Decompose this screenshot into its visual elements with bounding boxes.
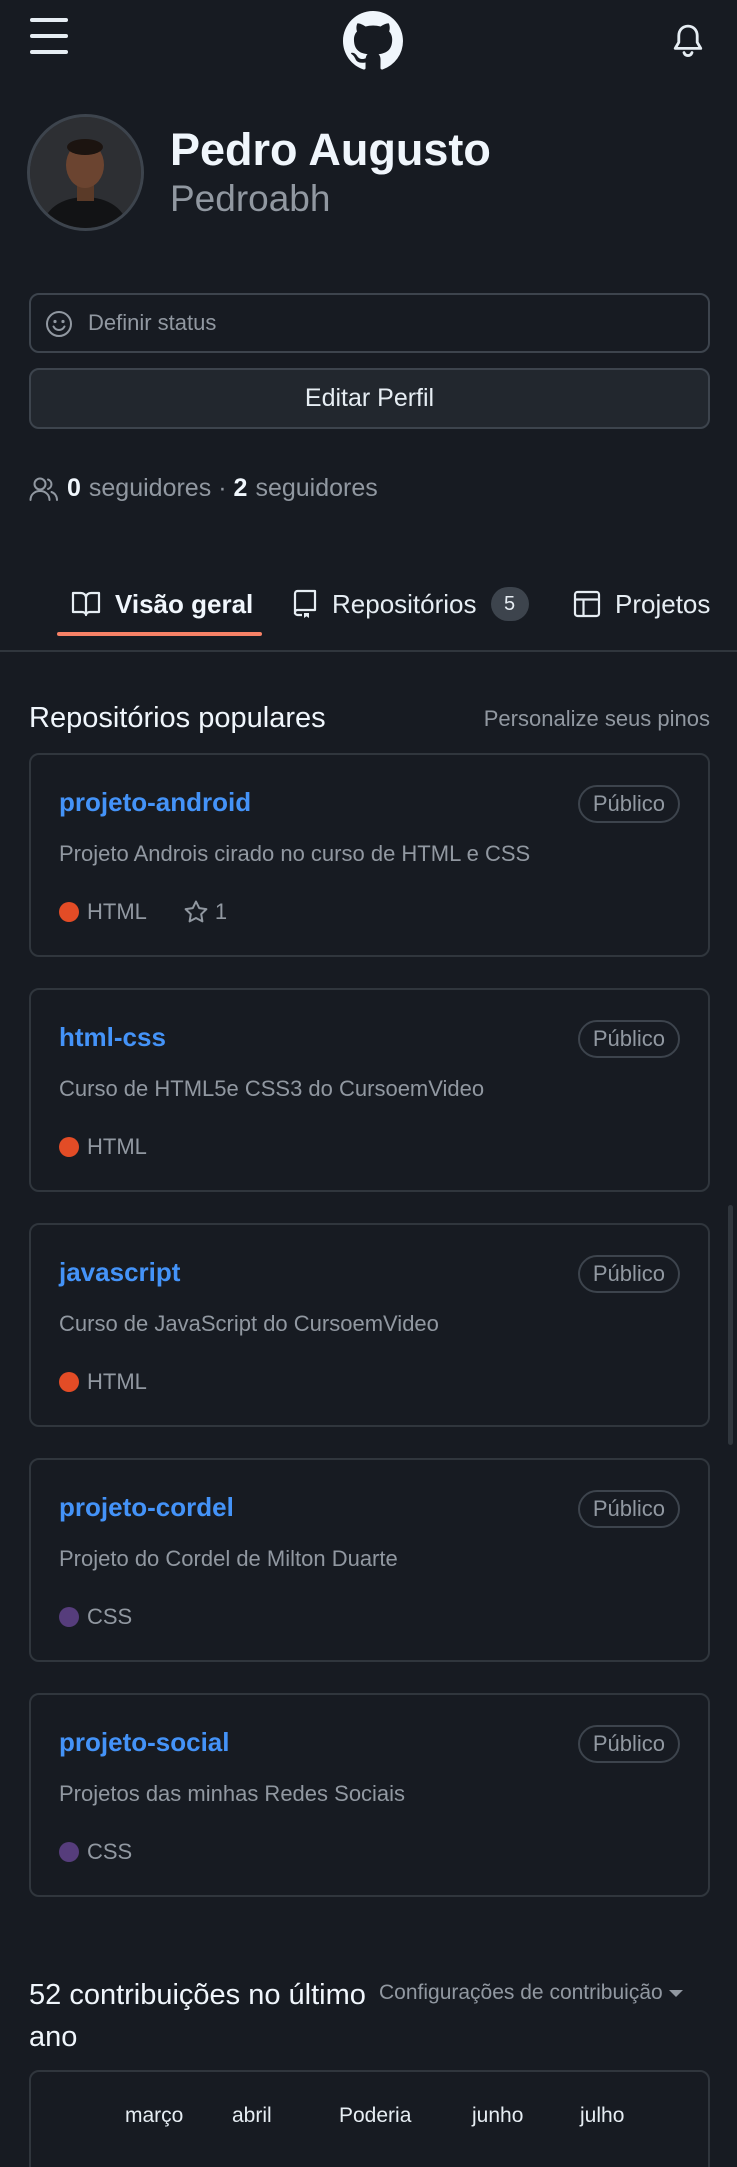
repo-meta: HTML bbox=[59, 1134, 147, 1160]
book-icon bbox=[71, 591, 101, 617]
scrollbar[interactable] bbox=[728, 1205, 733, 1445]
repo-card: projeto-cordel Público Projeto do Cordel… bbox=[29, 1458, 710, 1662]
month-label: Poderia bbox=[339, 2104, 412, 2127]
visibility-badge: Público bbox=[577, 1020, 680, 1058]
repo-meta: CSS bbox=[59, 1839, 132, 1865]
bell-icon[interactable] bbox=[671, 22, 705, 60]
following-count[interactable]: 2 bbox=[234, 474, 248, 503]
language-color-dot bbox=[59, 1842, 79, 1862]
language-color-dot bbox=[59, 1607, 79, 1627]
repositories-count-badge: 5 bbox=[490, 587, 529, 621]
repo-language: HTML bbox=[87, 1134, 147, 1159]
visibility-badge: Público bbox=[577, 1725, 680, 1763]
contributions-title: 52 contribuições no último ano bbox=[29, 1979, 366, 2053]
repo-name-link[interactable]: javascript bbox=[59, 1257, 180, 1288]
tab-overview[interactable]: Visão geral bbox=[71, 574, 253, 634]
tab-projects[interactable]: Projetos bbox=[573, 574, 710, 634]
visibility-badge: Público bbox=[577, 1490, 680, 1528]
customize-pins-link[interactable]: Personalize seus pinos bbox=[484, 706, 710, 732]
repo-meta: CSS bbox=[59, 1604, 132, 1630]
repo-language: HTML bbox=[87, 1369, 147, 1394]
repo-description: Projetos das minhas Redes Sociais bbox=[59, 1781, 406, 1806]
tab-overview-label: Visão geral bbox=[115, 588, 254, 619]
smiley-icon bbox=[46, 311, 72, 337]
following-label[interactable]: seguidores bbox=[255, 474, 377, 503]
repo-description: Curso de JavaScript do CursoemVideo bbox=[59, 1311, 439, 1336]
edit-profile-button[interactable]: Editar Perfil bbox=[29, 368, 710, 429]
repo-name-link[interactable]: projeto-cordel bbox=[59, 1492, 234, 1523]
repo-stars-link[interactable]: 1 bbox=[183, 899, 227, 925]
popular-repositories-title: Repositórios populares bbox=[29, 702, 326, 734]
repo-name-link[interactable]: html-css bbox=[59, 1022, 166, 1053]
visibility-badge: Público bbox=[577, 785, 680, 823]
top-bar bbox=[0, 0, 737, 80]
repo-stars-count: 1 bbox=[214, 899, 228, 924]
repo-description: Curso de HTML5e CSS3 do CursoemVideo bbox=[59, 1076, 485, 1101]
month-label: junho bbox=[472, 2104, 524, 2127]
repo-language: HTML bbox=[87, 899, 147, 924]
language-color-dot bbox=[59, 1137, 79, 1157]
set-status-button[interactable]: Definir status bbox=[29, 293, 710, 353]
profile-name: Pedro Augusto bbox=[170, 124, 491, 175]
repo-language: CSS bbox=[87, 1839, 133, 1864]
language-color-dot bbox=[59, 902, 79, 922]
followers-summary: 0 seguidores · 2 seguidores bbox=[29, 474, 378, 503]
people-icon bbox=[29, 477, 58, 501]
month-label: março bbox=[125, 2104, 184, 2127]
repo-description: Projeto do Cordel de Milton Duarte bbox=[59, 1546, 398, 1571]
repo-meta: HTML 1 bbox=[59, 899, 227, 925]
tab-projects-label: Projetos bbox=[615, 588, 711, 619]
star-icon bbox=[184, 900, 208, 923]
month-label: abril bbox=[232, 2104, 272, 2127]
visibility-badge: Público bbox=[577, 1255, 680, 1293]
caret-down-icon bbox=[668, 1989, 683, 1997]
contribution-settings-label: Configurações de contribuição bbox=[379, 1981, 663, 2004]
hamburger-icon[interactable] bbox=[30, 18, 70, 54]
repo-name-link[interactable]: projeto-social bbox=[59, 1727, 229, 1758]
profile-tabs: Visão geral Repositórios 5 Projetos bbox=[0, 560, 737, 652]
avatar[interactable] bbox=[27, 114, 144, 231]
table-icon bbox=[573, 590, 601, 618]
followers-separator: · bbox=[218, 474, 227, 502]
followers-label[interactable]: seguidores bbox=[89, 474, 211, 503]
github-logo-icon[interactable] bbox=[343, 11, 403, 71]
repo-card: projeto-social Público Projetos das minh… bbox=[29, 1693, 710, 1897]
profile-username: Pedroabh bbox=[170, 178, 331, 219]
month-label: julho bbox=[580, 2104, 625, 2127]
active-tab-indicator bbox=[57, 632, 262, 636]
repo-meta: HTML bbox=[59, 1369, 147, 1395]
repo-card: javascript Público Curso de JavaScript d… bbox=[29, 1223, 710, 1427]
repo-language: CSS bbox=[87, 1604, 133, 1629]
language-color-dot bbox=[59, 1372, 79, 1392]
contribution-settings-dropdown[interactable]: Configurações de contribuição bbox=[379, 1981, 683, 2005]
tab-repositories-label: Repositórios bbox=[332, 588, 477, 619]
followers-count[interactable]: 0 bbox=[67, 474, 81, 503]
set-status-label: Definir status bbox=[88, 310, 217, 335]
repo-name-link[interactable]: projeto-android bbox=[59, 787, 251, 818]
repo-description: Projeto Androis cirado no curso de HTML … bbox=[59, 841, 531, 866]
repo-card: projeto-android Público Projeto Androis … bbox=[29, 753, 710, 957]
repo-card: html-css Público Curso de HTML5e CSS3 do… bbox=[29, 988, 710, 1192]
repo-icon bbox=[293, 589, 317, 618]
tab-repositories[interactable]: Repositórios 5 bbox=[292, 574, 529, 634]
